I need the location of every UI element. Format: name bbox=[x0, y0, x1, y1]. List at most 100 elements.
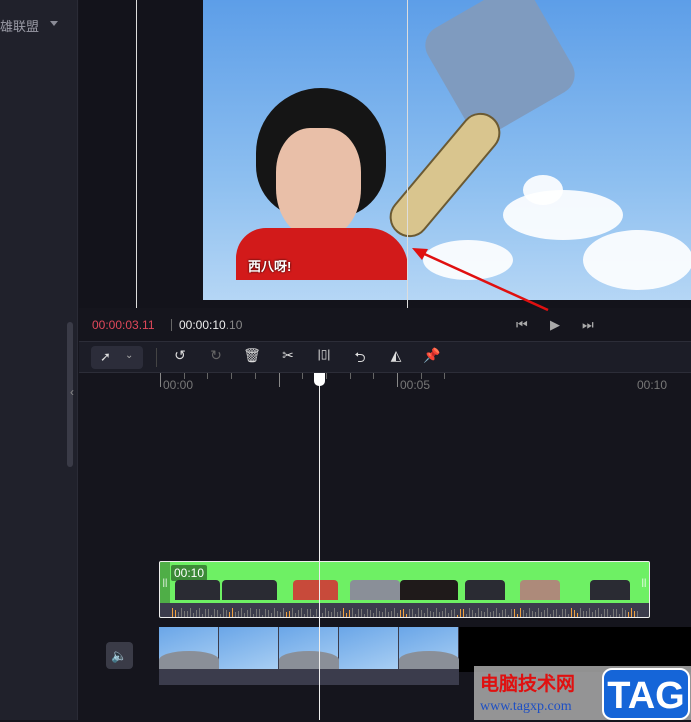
waveform-bar bbox=[217, 609, 218, 617]
waveform-bar bbox=[628, 612, 629, 617]
waveform-bar bbox=[409, 609, 410, 617]
chevron-down-icon: ⌄ bbox=[125, 350, 134, 361]
sidebar-item-label[interactable]: 雄联盟 bbox=[0, 16, 39, 35]
waveform-bar bbox=[295, 612, 296, 617]
waveform-bar bbox=[403, 608, 404, 617]
waveform-bar bbox=[490, 612, 491, 617]
ruler-tick bbox=[397, 373, 398, 387]
guide-line bbox=[407, 0, 408, 308]
ruler-tick bbox=[373, 373, 375, 379]
waveform-bar bbox=[430, 610, 431, 617]
waveform-bar bbox=[451, 609, 452, 617]
clip-left-handle[interactable]: || bbox=[160, 562, 170, 603]
waveform-bar bbox=[397, 613, 398, 617]
waveform-bar bbox=[469, 608, 470, 617]
waveform-bar bbox=[196, 610, 197, 617]
waveform-bar bbox=[379, 610, 380, 617]
waveform-bar bbox=[439, 612, 440, 617]
waveform-bar bbox=[286, 611, 287, 617]
waveform-bar bbox=[595, 610, 596, 617]
waveform-bar bbox=[223, 608, 224, 617]
waveform-bar bbox=[529, 608, 530, 617]
waveform-bar bbox=[313, 614, 314, 617]
waveform-bar bbox=[340, 610, 341, 617]
waveform-bar bbox=[373, 613, 374, 617]
waveform-bar bbox=[214, 608, 215, 617]
waveform-bar bbox=[571, 608, 572, 617]
split-scissors-icon[interactable]: ✂ bbox=[279, 347, 297, 364]
waveform-bar bbox=[427, 608, 428, 617]
freeze-frame-icon[interactable]: |▯| bbox=[315, 347, 333, 361]
waveform-bar bbox=[172, 608, 173, 617]
waveform-bar bbox=[316, 608, 317, 617]
current-time: 00:00:03.11 bbox=[92, 318, 155, 332]
redo-icon[interactable]: ↻ bbox=[207, 347, 225, 364]
waveform-bar bbox=[247, 610, 248, 617]
select-tool-dropdown[interactable]: ➚ ⌄ bbox=[91, 346, 143, 369]
ruler-tick bbox=[231, 373, 233, 379]
caret-down-icon[interactable] bbox=[50, 21, 58, 26]
sticker-caption: 西八呀! bbox=[248, 259, 292, 274]
waveform-bar bbox=[634, 611, 635, 617]
volume-icon[interactable]: 🔈 bbox=[106, 642, 133, 669]
waveform-bar bbox=[547, 608, 548, 617]
collapse-panel-icon[interactable]: ‹ bbox=[66, 380, 78, 404]
waveform-bar bbox=[241, 608, 242, 617]
waveform-bar bbox=[184, 611, 185, 617]
waveform-bar bbox=[433, 611, 434, 617]
waveform-bar bbox=[517, 614, 518, 617]
waveform-bar bbox=[448, 613, 449, 617]
waveform-bar bbox=[358, 609, 359, 617]
clip-duration: 00:10 bbox=[171, 565, 208, 581]
clip-right-handle[interactable]: || bbox=[639, 562, 649, 603]
waveform-bar bbox=[532, 611, 533, 617]
timeline-ruler[interactable]: 00:00 00:05 00:10 bbox=[79, 373, 691, 397]
waveform-bar bbox=[226, 610, 227, 617]
waveform-bar bbox=[514, 609, 515, 617]
skip-back-icon[interactable]: ⏮ bbox=[516, 317, 528, 333]
waveform-bar bbox=[421, 609, 422, 617]
waveform-bar bbox=[367, 608, 368, 617]
play-icon[interactable]: ▶ bbox=[550, 317, 560, 333]
waveform-bar bbox=[310, 608, 311, 617]
waveform-bar bbox=[325, 608, 326, 617]
waveform-bar bbox=[589, 608, 590, 617]
undo-icon[interactable]: ↺ bbox=[171, 347, 189, 364]
waveform-bar bbox=[577, 612, 578, 617]
waveform-bar bbox=[394, 608, 395, 617]
delete-icon[interactable]: 🗑 bbox=[243, 347, 261, 364]
waveform-bar bbox=[622, 608, 623, 617]
waveform-bar bbox=[343, 608, 344, 617]
waveform-bar bbox=[238, 611, 239, 617]
waveform-bar bbox=[271, 613, 272, 617]
waveform-bar bbox=[253, 613, 254, 617]
waveform-bar bbox=[565, 609, 566, 617]
sticker-clip[interactable]: || || 00:10 bbox=[159, 561, 650, 618]
ruler-tick bbox=[349, 373, 351, 379]
pin-icon[interactable]: 📌 bbox=[423, 347, 441, 364]
sticker-overlay[interactable]: 西八呀! bbox=[236, 88, 408, 280]
ruler-tick bbox=[302, 373, 304, 379]
waveform-bar bbox=[631, 608, 632, 617]
mirror-icon[interactable]: ◭ bbox=[387, 347, 405, 364]
waveform-bar bbox=[484, 611, 485, 617]
playhead[interactable] bbox=[319, 373, 320, 720]
waveform-bar bbox=[535, 611, 536, 617]
waveform-bar bbox=[466, 614, 467, 617]
playhead-handle[interactable] bbox=[314, 373, 325, 386]
waveform-bar bbox=[508, 614, 509, 617]
waveform-bar bbox=[382, 611, 383, 617]
watermark-logo: TAG bbox=[602, 668, 690, 720]
waveform-bar bbox=[388, 611, 389, 617]
waveform-bar bbox=[361, 609, 362, 617]
ruler-tick bbox=[183, 373, 185, 379]
waveform-bar bbox=[349, 609, 350, 617]
waveform-bar bbox=[511, 608, 512, 617]
waveform-bar bbox=[190, 608, 191, 617]
waveform-bar bbox=[376, 608, 377, 617]
video-clip[interactable] bbox=[159, 627, 459, 685]
audio-waveform bbox=[160, 603, 649, 617]
reverse-icon[interactable]: ⮌ bbox=[351, 347, 369, 371]
skip-forward-icon[interactable]: ⏭ bbox=[582, 317, 594, 333]
waveform-bar bbox=[256, 609, 257, 617]
